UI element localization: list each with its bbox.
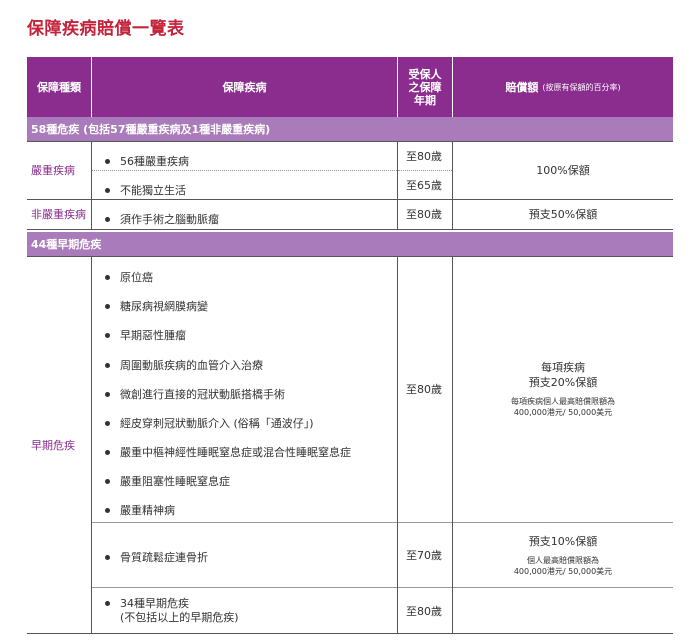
header-coverage-term: 受保人 之保障 年期 [408,67,442,107]
list-item: 嚴重阻塞性睡眠窒息症 [105,473,230,489]
payout-osteo: 預支10%保額 個人最高賠償限額為 400,000港元/ 50,000美元 [513,534,613,576]
term-other: 至80歲 [406,604,442,618]
list-item: 原位癌 [105,269,153,285]
header-payout: 賠償額 (按原有保額的百分率) [505,80,621,94]
list-item: 嚴重精神病 [105,502,175,518]
term-osteo: 至70歲 [406,549,442,562]
term-serious-1: 至80歲 [406,149,442,163]
list-item: 不能獨立生活 [105,182,186,198]
list-item-note: (不包括以上的早期危疾) [120,611,239,624]
list-item: 56種嚴重疾病 [105,153,189,169]
list-item: 周圍動脈疾病的血管介入治療 [105,357,263,373]
section-band-44: 44種早期危疾 [27,232,673,256]
term-serious-2: 至65歲 [406,178,442,192]
list-item: 微創進行直接的冠狀動脈搭橋手術 [105,386,285,402]
category-early: 早期危疾 [31,439,75,452]
payout-non-serious: 預支50%保額 [528,208,598,221]
list-item: 嚴重中樞神經性睡眠窒息症或混合性睡眠窒息症 [105,444,351,460]
category-serious: 嚴重疾病 [31,164,75,177]
table-header: 保障種類 保障疾病 受保人 之保障 年期 賠償額 (按原有保額的百分率) [27,57,673,117]
list-item: 糖尿病視網膜病變 [105,298,208,314]
term-non-serious: 至80歲 [406,208,442,221]
list-item: 早期惡性腫瘤 [105,327,186,343]
payout-early: 每項疾病 預支20%保額 每項疾病個人最高賠償限額為 400,000港元/ 50… [511,361,615,417]
header-covered-illness: 保障疾病 [222,80,267,94]
page-title: 保障疾病賠償一覽表 [27,19,185,39]
section-band-58: 58種危疾 (包括57種嚴重疾病及1種非嚴重疾病) [27,117,673,141]
list-item: 骨質疏鬆症連骨折 [105,549,208,565]
header-coverage-type: 保障種類 [37,80,81,94]
list-item: 經皮穿刺冠狀動脈介入 (俗稱「通波仔」) [105,415,314,431]
term-early: 至80歲 [406,383,442,396]
category-non-serious: 非嚴重疾病 [31,208,86,221]
payout-serious: 100%保額 [536,164,590,177]
list-item: 須作手術之腦動脈瘤 [105,211,219,227]
